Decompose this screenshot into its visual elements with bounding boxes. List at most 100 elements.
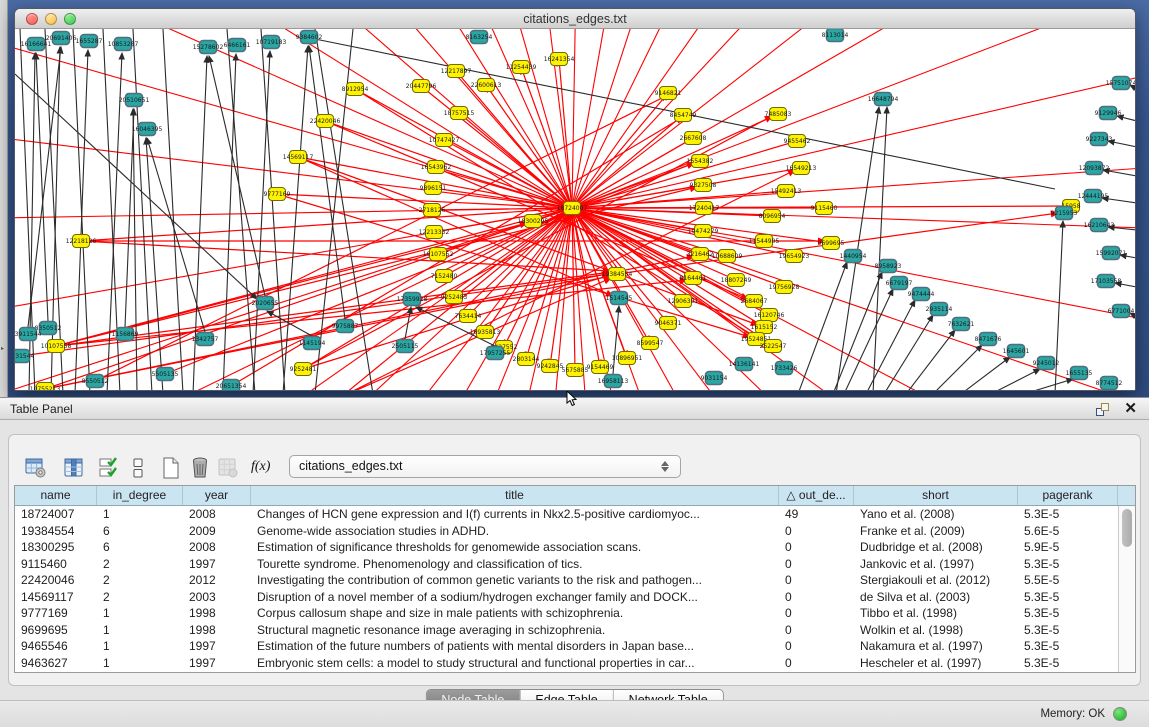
table-cell: 9115460 <box>15 556 97 573</box>
table-row[interactable]: 969969511998Structural magnetic resonanc… <box>15 622 1135 639</box>
graph-node-label: 2505115 <box>392 343 419 350</box>
graph-node-label: 6771004 <box>1108 308 1135 315</box>
table-panel-body: f(x) citations_edges.txt namein_degreeye… <box>0 420 1149 700</box>
table-row[interactable]: 1830029562008Estimation of significance … <box>15 539 1135 556</box>
graph-node-label: 19384554 <box>602 271 633 278</box>
graph-node-label: 17957255 <box>480 350 511 357</box>
network-canvas[interactable]: 1872400716241354112544392260061318757515… <box>15 29 1135 390</box>
scrollbar-thumb[interactable] <box>1122 509 1132 547</box>
table-cell: 1 <box>97 638 183 655</box>
graph-node-label: 16046395 <box>132 126 163 133</box>
graph-node-label: 10474279 <box>688 228 719 235</box>
table-cell: 2003 <box>183 589 251 606</box>
select-rows-icon[interactable] <box>99 457 117 479</box>
close-panel-icon[interactable]: ✕ <box>1124 400 1137 418</box>
graph-node-label: 11254439 <box>506 64 537 71</box>
column-header-outde[interactable]: △ out_de... <box>779 486 854 505</box>
table-cell: 2 <box>97 572 183 589</box>
float-panel-icon[interactable] <box>1096 403 1109 416</box>
table-selector-dropdown[interactable]: citations_edges.txt <box>289 455 681 478</box>
collapse-arrow-icon[interactable]: ▸ <box>1 346 6 353</box>
column-header-name[interactable]: name <box>15 486 97 505</box>
table-cell: 5.3E-5 <box>1018 506 1118 523</box>
show-column-icon[interactable] <box>63 457 85 479</box>
table-cell: Wolkin et al. (1998) <box>854 622 1018 639</box>
graph-node-label: 16935813 <box>470 329 501 336</box>
merge-rows-icon[interactable] <box>132 457 144 479</box>
column-header-year[interactable]: year <box>183 486 251 505</box>
column-header-pagerank[interactable]: pagerank <box>1018 486 1118 505</box>
memory-status-label: Memory: OK <box>1040 708 1105 720</box>
graph-node-label: 17359928 <box>397 296 428 303</box>
graph-node-label: 9046371 <box>655 320 682 327</box>
table-header-row: namein_degreeyeartitle△ out_de...shortpa… <box>15 486 1135 506</box>
graph-node-label: 7485083 <box>765 111 792 118</box>
table-cell: Tibbo et al. (1998) <box>854 605 1018 622</box>
graph-node-label: 20510651 <box>119 97 150 104</box>
graph-node-label: 8096954 <box>759 213 786 220</box>
table-cell: 5.3E-5 <box>1018 655 1118 672</box>
column-header-short[interactable]: short <box>854 486 1018 505</box>
table-cell: 1 <box>97 622 183 639</box>
table-cell: 0 <box>779 638 854 655</box>
table-row[interactable]: 1456911722003Disruption of a novel membe… <box>15 589 1135 606</box>
graph-node-label: 9146821 <box>655 90 682 97</box>
graph-node-label: 9215953 <box>1051 210 1078 217</box>
graph-node-label: 16549213 <box>786 165 817 172</box>
graph-node-label: 16241354 <box>544 56 575 63</box>
table-cell: 2 <box>97 556 183 573</box>
table-cell: 1997 <box>183 556 251 573</box>
table-cell: Changes of HCN gene expression and I(f) … <box>251 506 779 523</box>
new-table-icon[interactable] <box>160 457 182 479</box>
graph-node-label: 16120746 <box>754 312 785 319</box>
table-cell: Stergiakouli et al. (2012) <box>854 572 1018 589</box>
table-cell: 0 <box>779 622 854 639</box>
table-row[interactable]: 911546021997Tourette syndrome. Phenomeno… <box>15 556 1135 573</box>
graph-node-label: 12906301 <box>668 298 699 305</box>
table-row[interactable]: 1872400712008Changes of HCN gene express… <box>15 506 1135 523</box>
table-row[interactable]: 1938455462009Genome-wide association stu… <box>15 523 1135 540</box>
graph-node-label: 8113014 <box>822 32 849 39</box>
graph-node-label: 12217897 <box>441 68 472 75</box>
memory-status-indicator[interactable] <box>1113 707 1127 721</box>
graph-node-label: 1440954 <box>840 253 867 260</box>
graph-node-label: 12218126 <box>66 238 97 245</box>
status-bar: Memory: OK <box>0 700 1149 727</box>
side-collapse-strip[interactable]: ▸ <box>0 0 8 397</box>
graph-node-label: 19654923 <box>779 253 810 260</box>
table-row[interactable]: 977716911998Corpus callosum shape and si… <box>15 605 1135 622</box>
table-cell: Investigating the contribution of common… <box>251 572 779 589</box>
delete-column-icon-disabled <box>217 457 239 479</box>
graph-node-label: 19756928 <box>769 284 800 291</box>
table-cell: Estimation of the future numbers of pati… <box>251 638 779 655</box>
table-cell: 49 <box>779 506 854 523</box>
column-header-title[interactable]: title <box>251 486 779 505</box>
table-row[interactable]: 2242004622012Investigating the contribut… <box>15 572 1135 589</box>
graph-node-label: 2522547 <box>760 343 787 350</box>
graph-node-label: 10688609 <box>712 253 743 260</box>
table-row[interactable]: 946554611997Estimation of the future num… <box>15 638 1135 655</box>
table-cell: Jankovic et al. (1997) <box>854 556 1018 573</box>
graph-node-label: 9227343 <box>1086 136 1113 143</box>
graph-node-label: 12444195 <box>1078 193 1109 200</box>
table-cell: Dudbridge et al. (2008) <box>854 539 1018 556</box>
table-cell: Embryonic stem cells: a model to study s… <box>251 655 779 672</box>
function-builder-icon[interactable]: f(x) <box>251 459 270 475</box>
network-window-titlebar[interactable]: citations_edges.txt <box>15 9 1135 29</box>
table-vertical-scrollbar[interactable] <box>1118 506 1135 672</box>
citation-network-graph[interactable]: 1872400716241354112544392260061318757515… <box>15 29 1135 390</box>
table-row[interactable]: 946362711997Embryonic stem cells: a mode… <box>15 655 1135 672</box>
graph-node-label: 1655287 <box>76 38 103 45</box>
table-options-icon[interactable] <box>25 457 47 479</box>
graph-node-label: 12093872 <box>1079 165 1110 172</box>
table-cell: Nakamura et al. (1997) <box>854 638 1018 655</box>
graph-node-label: 12213332 <box>419 229 450 236</box>
table-cell: de Silva et al. (2003) <box>854 589 1018 606</box>
delete-table-icon[interactable] <box>189 457 211 479</box>
column-header-indegree[interactable]: in_degree <box>97 486 183 505</box>
graph-node-label: 3911544 <box>15 331 42 338</box>
table-selector-value: citations_edges.txt <box>299 459 403 473</box>
graph-node-label: 1156869 <box>112 331 139 338</box>
graph-node-label: 2803144 <box>513 356 540 363</box>
graph-node-label: 8912954 <box>342 86 369 93</box>
